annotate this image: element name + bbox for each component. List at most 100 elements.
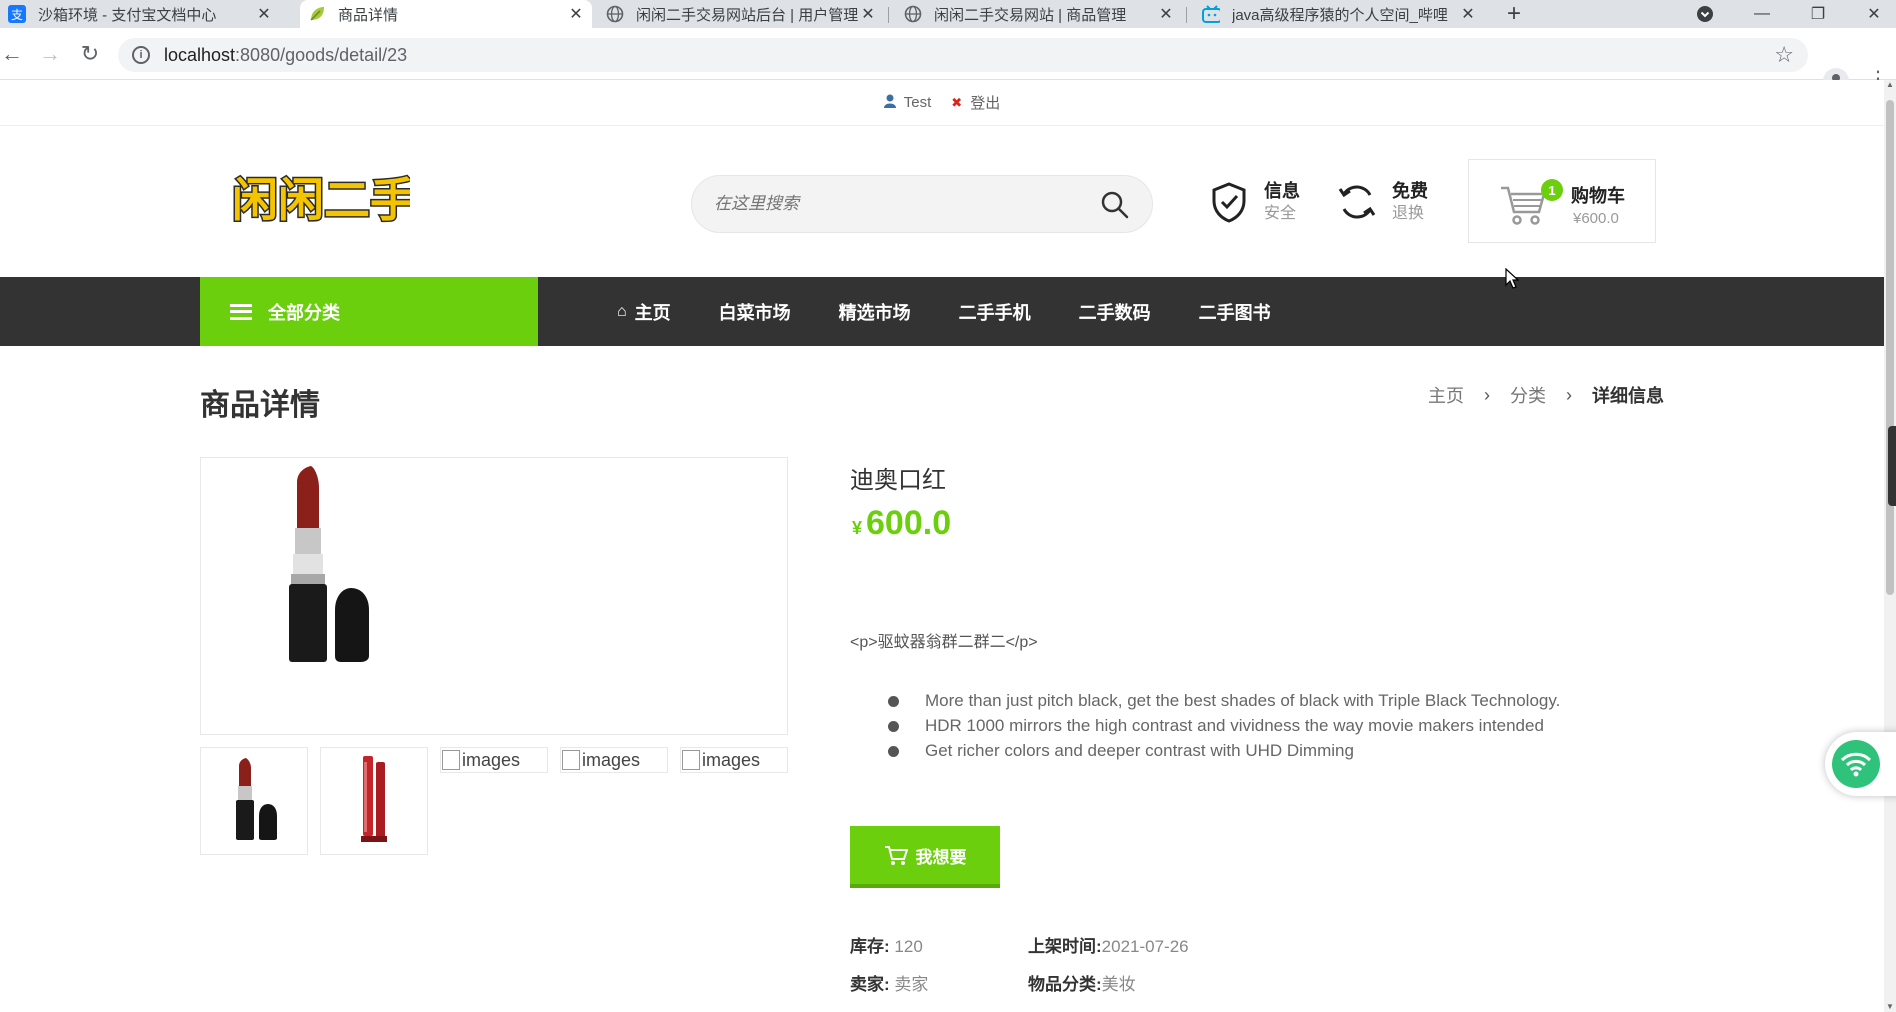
want-button[interactable]: 我想要	[850, 826, 1000, 888]
nav-item-home[interactable]: ⌂ 主页	[617, 299, 671, 325]
alipay-icon: 支	[8, 5, 26, 23]
breadcrumb-category[interactable]: 分类	[1510, 382, 1546, 408]
minimize-icon[interactable]: —	[1744, 0, 1780, 28]
tab-title: 沙箱环境 - 支付宝文档中心	[38, 6, 217, 24]
cart-icon	[884, 844, 908, 866]
nav-label: 精选市场	[838, 302, 911, 323]
cart-price: ¥600.0	[1573, 210, 1619, 227]
browser-tab-2[interactable]: 闲闲二手交易网站后台 | 用户管理 ✕	[598, 0, 884, 28]
site-logo[interactable]: 闲闲二手	[228, 164, 418, 230]
nav-item-books[interactable]: 二手图书	[1199, 299, 1271, 325]
all-categories-label: 全部分类	[268, 302, 340, 323]
logo-text: 闲闲二手	[232, 173, 410, 227]
user-icon	[883, 94, 896, 111]
site-header: 闲闲二手 信息 安全 免费 退换	[0, 127, 1884, 277]
browser-tab-bar: 支 沙箱环境 - 支付宝文档中心 ✕ 商品详情 ✕ 闲闲二手交易网站后台 | 用…	[0, 0, 1896, 28]
logout-link[interactable]: ✖ 登出	[951, 92, 1000, 113]
floating-widget[interactable]	[1825, 732, 1896, 796]
broken-image-3: images	[680, 747, 788, 773]
shield-check-icon	[1208, 181, 1250, 223]
browser-tab-0[interactable]: 支 沙箱环境 - 支付宝文档中心 ✕	[0, 0, 280, 28]
close-icon[interactable]: ✕	[254, 4, 274, 24]
feature-secure: 信息 安全	[1208, 179, 1300, 225]
tab-title: 商品详情	[338, 6, 399, 24]
cart-label: 购物车	[1571, 186, 1625, 206]
list-item: More than just pitch black, get the best…	[888, 691, 1688, 711]
side-handle[interactable]	[1888, 426, 1896, 506]
breadcrumb: 主页 › 分类 › 详细信息	[1428, 382, 1664, 408]
nav-item-phones[interactable]: 二手手机	[959, 299, 1031, 325]
browser-tab-3[interactable]: 闲闲二手交易网站 | 商品管理 ✕	[896, 0, 1182, 28]
refresh-icon	[1336, 181, 1378, 223]
bullet-icon	[888, 695, 899, 707]
close-icon[interactable]: ✕	[858, 4, 878, 24]
currency-symbol: ¥	[852, 518, 863, 538]
new-tab-button[interactable]: +	[1500, 0, 1528, 28]
chevron-right-icon: ›	[1484, 384, 1490, 405]
broken-image-icon	[442, 750, 460, 770]
nav-label: 主页	[634, 302, 671, 323]
reload-icon[interactable]: ↻	[78, 41, 102, 66]
site-info-icon[interactable]: i	[132, 46, 150, 64]
list-item: Get richer colors and deeper contrast wi…	[888, 741, 1688, 761]
broken-image-icon	[682, 750, 700, 770]
all-categories-button[interactable]: 全部分类	[200, 277, 538, 346]
main-nav-bar: 全部分类 ⌂ 主页 白菜市场 精选市场 二手手机 二手数码 二手图书	[0, 277, 1884, 346]
window-close-icon[interactable]: ✕	[1856, 0, 1892, 28]
search-icon[interactable]	[1100, 190, 1130, 220]
globe-icon	[904, 5, 922, 23]
feature-title: 信息	[1264, 181, 1300, 201]
search-input[interactable]	[714, 176, 1074, 232]
back-icon[interactable]: ←	[0, 41, 24, 66]
seller-info: 卖家: 卖家	[850, 975, 929, 994]
close-icon: ✖	[951, 94, 963, 110]
product-thumbnail-1[interactable]	[200, 747, 308, 855]
username: Test	[903, 94, 932, 111]
address-bar: ← → ↻ i localhost:8080/goods/detail/23 ☆…	[0, 28, 1896, 94]
tab-search-icon[interactable]	[1692, 0, 1718, 28]
svg-text:支: 支	[11, 8, 23, 22]
bilibili-icon	[1202, 5, 1220, 23]
forward-icon[interactable]: →	[38, 41, 62, 66]
web-page: Test ✖ 登出 闲闲二手 信息 安全	[0, 80, 1884, 1012]
cart-widget[interactable]: 1 购物车 ¥600.0	[1468, 159, 1656, 243]
close-icon[interactable]: ✕	[1458, 4, 1478, 24]
product-thumbnail-2[interactable]	[320, 747, 428, 855]
close-icon[interactable]: ✕	[566, 4, 586, 24]
tab-title: java高级程序猿的个人空间_哔哩	[1232, 6, 1448, 24]
nav-item-digital[interactable]: 二手数码	[1079, 299, 1151, 325]
search-box	[691, 175, 1153, 233]
wifi-icon	[1832, 740, 1880, 788]
url-field[interactable]: i localhost:8080/goods/detail/23 ☆	[118, 38, 1808, 72]
feature-title: 免费	[1392, 181, 1428, 201]
nav-item-cabbage-market[interactable]: 白菜市场	[719, 299, 791, 325]
product-main-image	[200, 457, 788, 735]
broken-image-2: images	[560, 747, 668, 773]
scroll-up-icon[interactable]: ▲	[1885, 80, 1895, 90]
breadcrumb-current: 详细信息	[1592, 386, 1664, 406]
want-label: 我想要	[915, 847, 967, 867]
cart-icon	[1499, 182, 1547, 226]
nav-label: 白菜市场	[718, 302, 791, 323]
close-icon[interactable]: ✕	[1156, 4, 1176, 24]
category-info: 物品分类:美妆	[1028, 975, 1136, 994]
scrollbar-thumb[interactable]	[1886, 100, 1894, 595]
feature-return: 免费 退换	[1336, 179, 1428, 225]
feature-sub: 安全	[1264, 205, 1297, 222]
breadcrumb-home[interactable]: 主页	[1428, 382, 1464, 408]
restore-icon[interactable]: ❐	[1800, 0, 1836, 28]
browser-tab-4[interactable]: java高级程序猿的个人空间_哔哩 ✕	[1194, 0, 1484, 28]
scroll-down-icon[interactable]: ▼	[1885, 1002, 1895, 1012]
tab-title: 闲闲二手交易网站 | 商品管理	[934, 6, 1127, 24]
user-link[interactable]: Test	[883, 94, 932, 111]
price-value: 600.0	[866, 504, 952, 542]
browser-tab-1[interactable]: 商品详情 ✕	[300, 0, 592, 28]
bookmark-star-icon[interactable]: ☆	[1774, 42, 1794, 68]
feature-sub: 退换	[1392, 205, 1425, 222]
product-name: 迪奥口红	[850, 467, 946, 494]
nav-item-selected-market[interactable]: 精选市场	[839, 299, 911, 325]
tab-separator	[888, 7, 889, 23]
chevron-right-icon: ›	[1566, 384, 1572, 405]
nav-label: 二手手机	[958, 302, 1031, 323]
logout-label: 登出	[970, 95, 1001, 112]
